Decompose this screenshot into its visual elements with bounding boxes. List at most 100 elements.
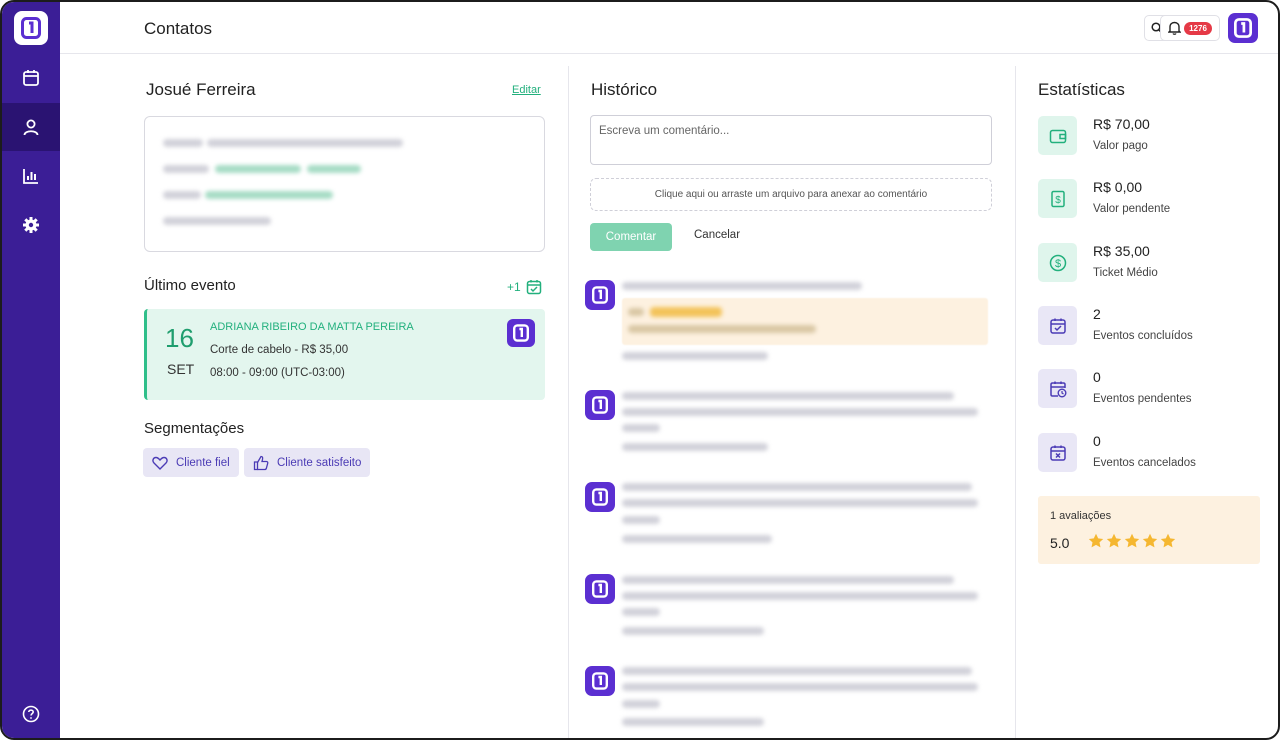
history-date-blurred bbox=[622, 718, 764, 726]
stats-heading: Estatísticas bbox=[1038, 80, 1125, 99]
more-events-count: +1 bbox=[507, 280, 521, 294]
stat-icon-box bbox=[1038, 306, 1077, 345]
logo-mark-icon bbox=[21, 17, 41, 39]
notifications-button[interactable]: 1276 bbox=[1160, 15, 1220, 41]
comment-button[interactable]: Comentar bbox=[590, 223, 672, 251]
info-value-blurred[interactable] bbox=[215, 165, 301, 173]
history-entry-avatar bbox=[585, 666, 615, 696]
event-company-logo bbox=[507, 319, 535, 347]
sidebar-item-calendar[interactable] bbox=[2, 54, 60, 102]
info-label-blurred bbox=[163, 217, 271, 225]
contact-name: Josué Ferreira bbox=[146, 80, 256, 99]
star-icon bbox=[1106, 533, 1122, 548]
history-date-blurred bbox=[622, 352, 768, 360]
segmentations-heading: Segmentações bbox=[144, 420, 245, 437]
chip-label: Cliente fiel bbox=[176, 456, 230, 469]
app-window: Contatos 1276 Josué Ferreira Editar Últi… bbox=[0, 0, 1280, 740]
info-value-blurred[interactable] bbox=[205, 191, 333, 199]
bell-icon bbox=[1168, 21, 1182, 35]
help-icon bbox=[22, 705, 40, 723]
event-month: SET bbox=[167, 361, 195, 377]
sidebar-item-help[interactable] bbox=[2, 696, 60, 732]
history-date-blurred bbox=[622, 443, 768, 451]
notification-badge: 1276 bbox=[1184, 21, 1212, 35]
reviews-count: 1 avaliações bbox=[1050, 510, 1112, 522]
history-text-blurred bbox=[622, 700, 660, 708]
stat-pending-value: R$ 0,00 bbox=[1093, 179, 1143, 195]
segment-chip-satisfied[interactable]: Cliente satisfeito bbox=[244, 448, 371, 477]
stat-cancelled-label: Eventos cancelados bbox=[1093, 457, 1196, 469]
info-label-blurred bbox=[163, 191, 201, 199]
bar-chart-icon bbox=[23, 169, 38, 184]
star-icon bbox=[1142, 533, 1158, 548]
stat-icon-box: $ bbox=[1038, 243, 1077, 282]
history-text-blurred bbox=[622, 499, 978, 507]
history-text-blurred bbox=[628, 325, 816, 333]
history-text-blurred bbox=[622, 392, 954, 400]
user-icon bbox=[23, 119, 39, 136]
last-event-card[interactable]: 16 SET ADRIANA RIBEIRO DA MATTA PEREIRA … bbox=[144, 309, 545, 400]
info-label-blurred bbox=[163, 165, 209, 173]
history-date-blurred bbox=[622, 627, 764, 635]
gear-icon bbox=[23, 217, 39, 233]
history-text-blurred bbox=[628, 308, 644, 316]
stat-pending-events-value: 0 bbox=[1093, 369, 1101, 385]
logo-mark-icon bbox=[592, 286, 608, 304]
svg-text:$: $ bbox=[1055, 195, 1061, 206]
column-divider bbox=[568, 66, 569, 738]
logo-mark-icon bbox=[513, 324, 529, 342]
sidebar-item-reports[interactable] bbox=[2, 152, 60, 200]
event-time: 08:00 - 09:00 (UTC-03:00) bbox=[210, 367, 345, 379]
logo-mark-icon bbox=[592, 580, 608, 598]
info-value-blurred bbox=[207, 139, 403, 147]
sidebar-item-contacts[interactable] bbox=[2, 103, 60, 151]
history-entry-avatar bbox=[585, 574, 615, 604]
history-entry-avatar bbox=[585, 280, 615, 310]
add-event-button[interactable]: +1 bbox=[507, 279, 542, 295]
attachment-drop-zone[interactable]: Clique aqui ou arraste um arquivo para a… bbox=[590, 178, 992, 211]
history-text-blurred bbox=[622, 608, 660, 616]
chip-label: Cliente satisfeito bbox=[277, 456, 362, 469]
stat-paid-value: R$ 70,00 bbox=[1093, 116, 1150, 132]
sidebar-item-settings[interactable] bbox=[2, 201, 60, 249]
app-logo[interactable] bbox=[14, 11, 48, 45]
info-label-blurred bbox=[163, 139, 203, 147]
calendar-x-icon bbox=[1049, 445, 1066, 461]
history-text-blurred bbox=[622, 282, 862, 290]
stat-ticket-label: Ticket Médio bbox=[1093, 267, 1158, 279]
stat-completed-label: Eventos concluídos bbox=[1093, 330, 1193, 342]
contact-info-card bbox=[144, 116, 545, 252]
history-text-blurred bbox=[622, 667, 972, 675]
cancel-button[interactable]: Cancelar bbox=[694, 229, 740, 241]
logo-mark-icon bbox=[592, 488, 608, 506]
history-entry-avatar bbox=[585, 482, 615, 512]
star-icon bbox=[1124, 533, 1140, 548]
history-text-blurred bbox=[622, 683, 978, 691]
svg-text:$: $ bbox=[1054, 258, 1060, 270]
history-rating-box bbox=[622, 298, 988, 345]
page-title: Contatos bbox=[144, 19, 213, 38]
stat-icon-box bbox=[1038, 116, 1077, 155]
reviews-score: 5.0 bbox=[1050, 535, 1070, 551]
history-stars-blurred bbox=[650, 307, 722, 317]
event-service: Corte de cabelo - R$ 35,00 bbox=[210, 344, 349, 356]
heart-icon bbox=[152, 456, 168, 470]
calendar-check-icon bbox=[526, 280, 541, 295]
history-text-blurred bbox=[622, 516, 660, 524]
history-text-blurred bbox=[622, 576, 954, 584]
thumbs-up-icon bbox=[253, 455, 269, 470]
stat-icon-box bbox=[1038, 433, 1077, 472]
segment-chip-loyal[interactable]: Cliente fiel bbox=[143, 448, 239, 477]
edit-link[interactable]: Editar bbox=[512, 84, 541, 96]
history-date-blurred bbox=[622, 535, 772, 543]
info-value-blurred[interactable] bbox=[307, 165, 361, 173]
wallet-icon bbox=[1049, 129, 1066, 143]
comment-input[interactable]: Escreva um comentário... bbox=[590, 115, 992, 165]
stat-pending-events-label: Eventos pendentes bbox=[1093, 393, 1192, 405]
history-heading: Histórico bbox=[591, 80, 658, 99]
logo-mark-icon bbox=[592, 672, 608, 690]
calendar-icon bbox=[23, 70, 39, 86]
dollar-circle-icon: $ bbox=[1049, 254, 1066, 271]
stat-icon-box: $ bbox=[1038, 179, 1077, 218]
avatar[interactable] bbox=[1228, 13, 1258, 43]
